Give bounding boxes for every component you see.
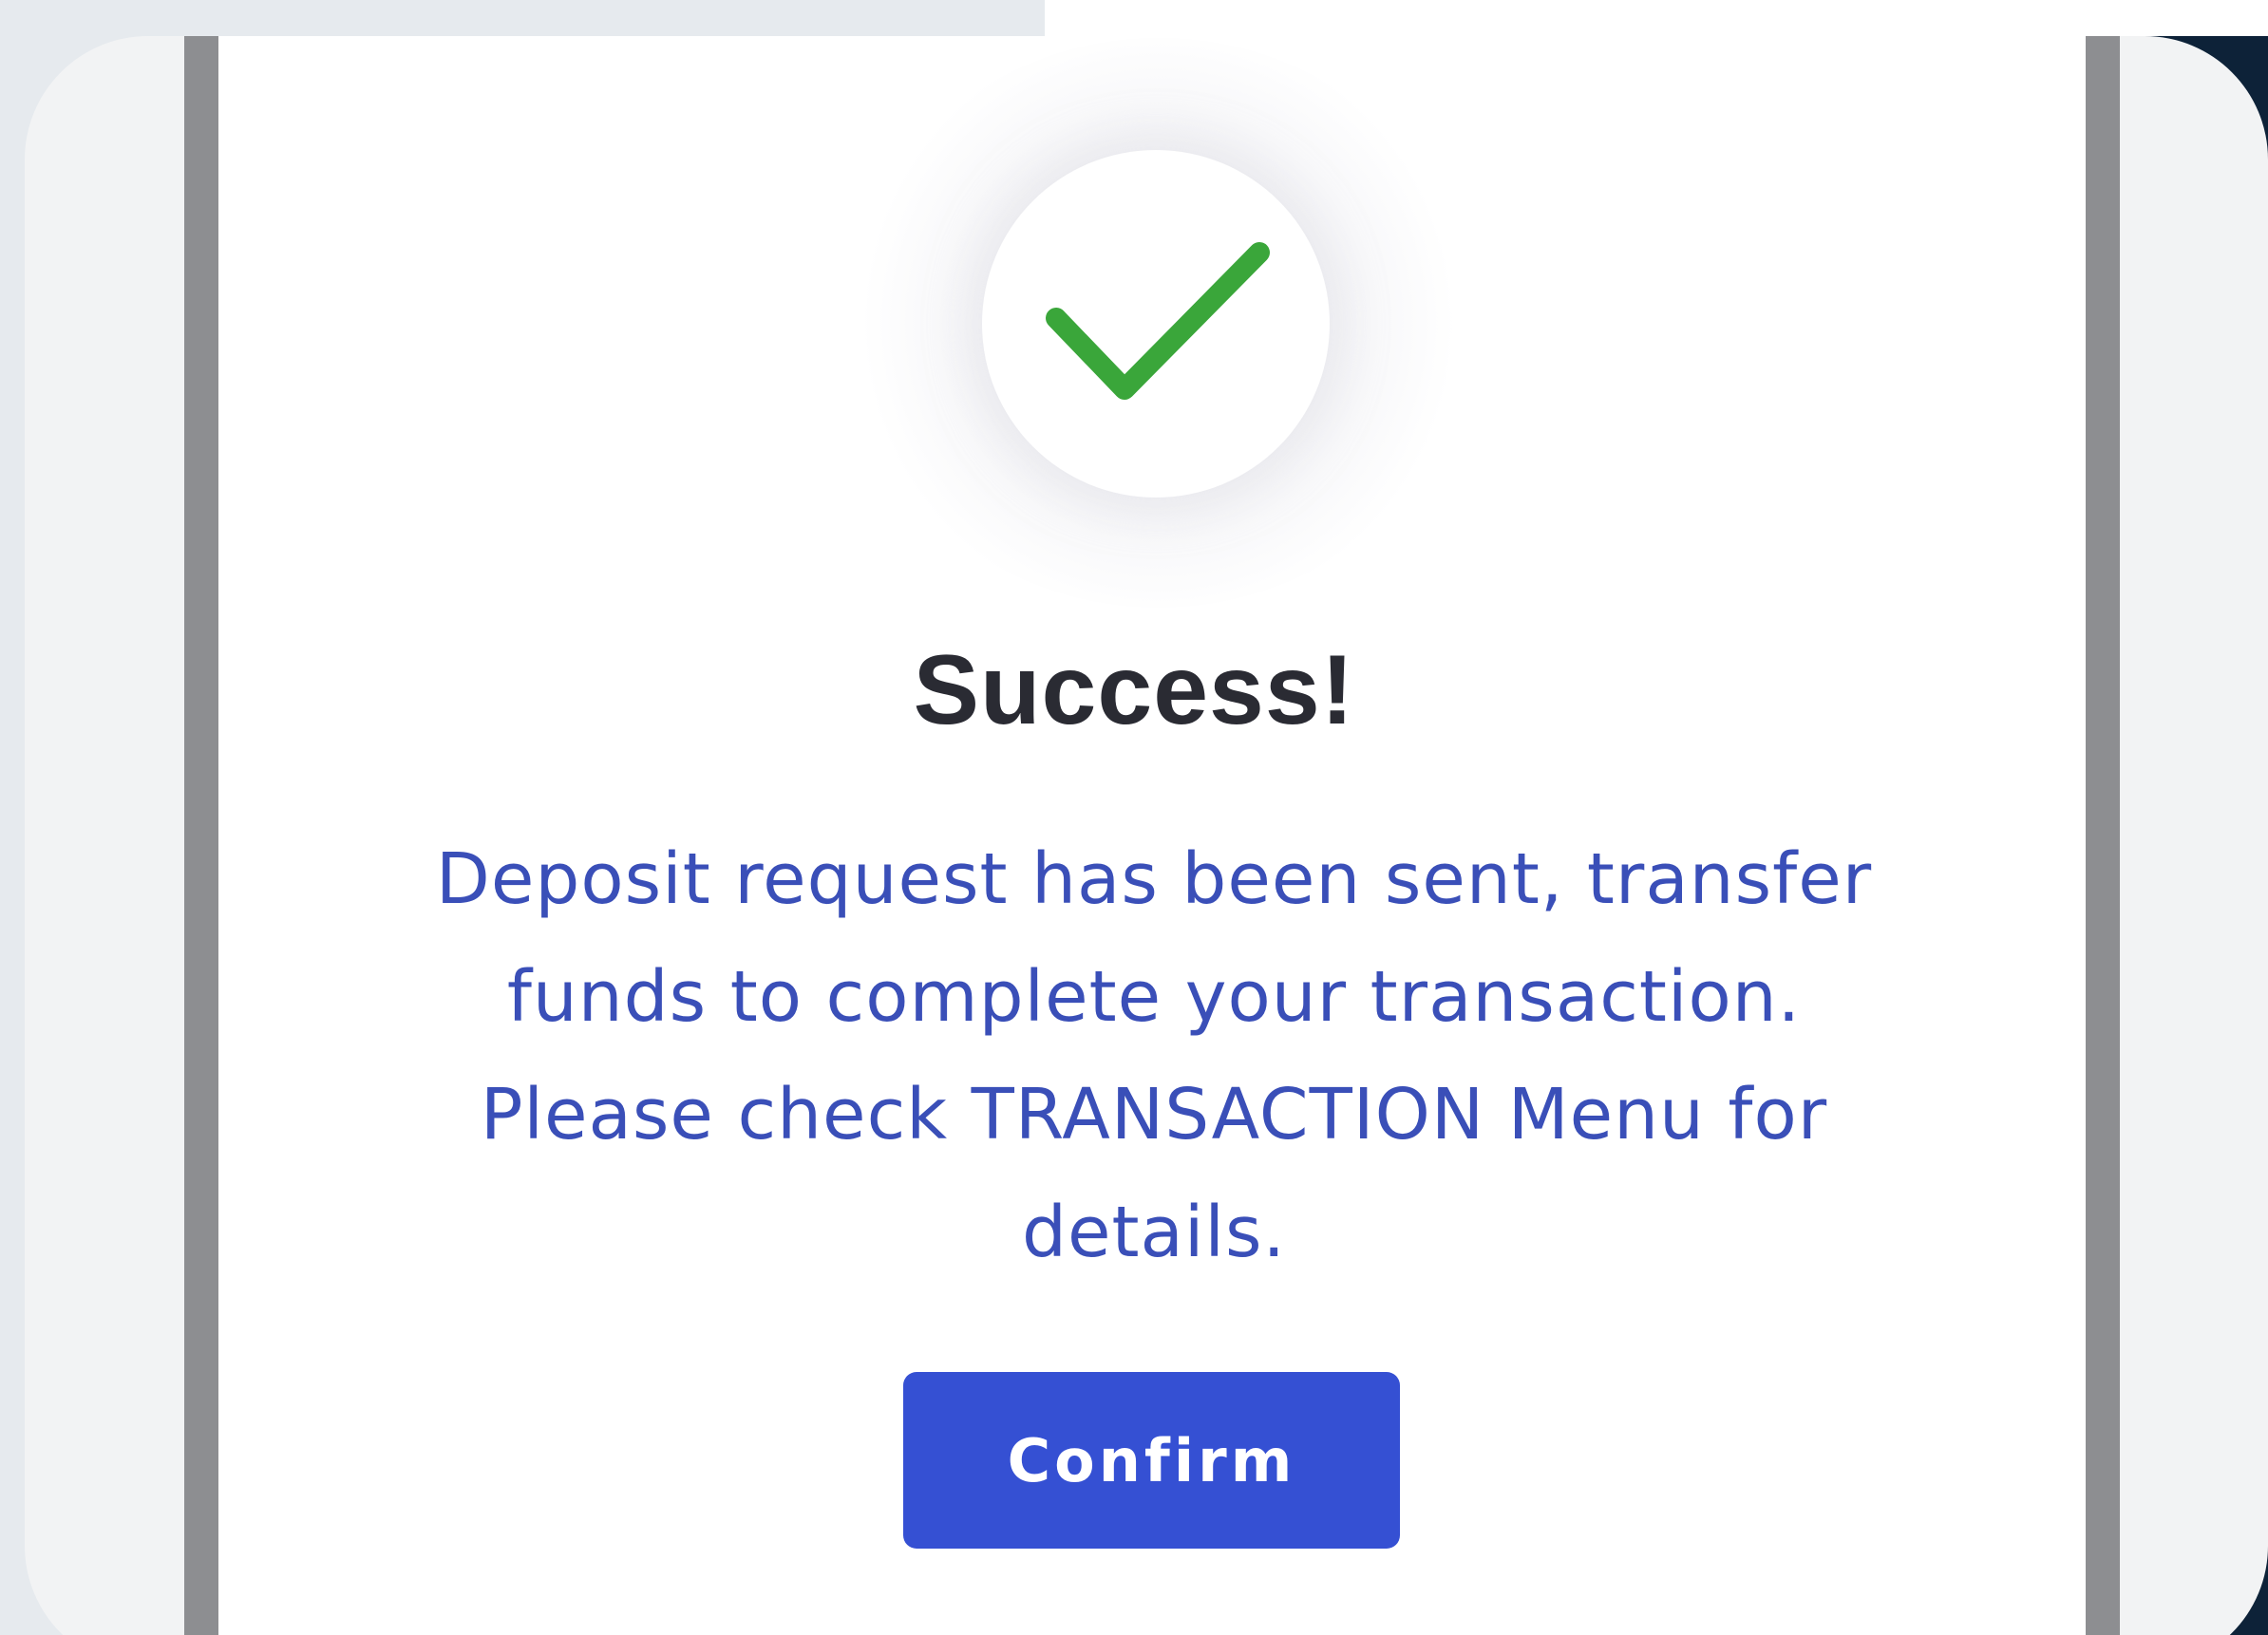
message-line: Deposit request has been sent, transfer xyxy=(435,838,1873,920)
message-line: funds to complete your transaction. xyxy=(506,956,1802,1038)
confirm-button[interactable]: Confirm xyxy=(903,1372,1400,1549)
message-line: Please check TRANSACTION Menu for xyxy=(480,1074,1828,1156)
background-top xyxy=(1045,0,2268,36)
check-icon xyxy=(1046,242,1270,400)
dialog-title: Success! xyxy=(913,635,1355,745)
dialog-message: Deposit request has been sent, transfer … xyxy=(361,820,1947,1291)
message-line: details. xyxy=(1021,1192,1287,1273)
screen: Success! Deposit request has been sent, … xyxy=(0,0,2268,1635)
background-strip xyxy=(0,0,1083,36)
